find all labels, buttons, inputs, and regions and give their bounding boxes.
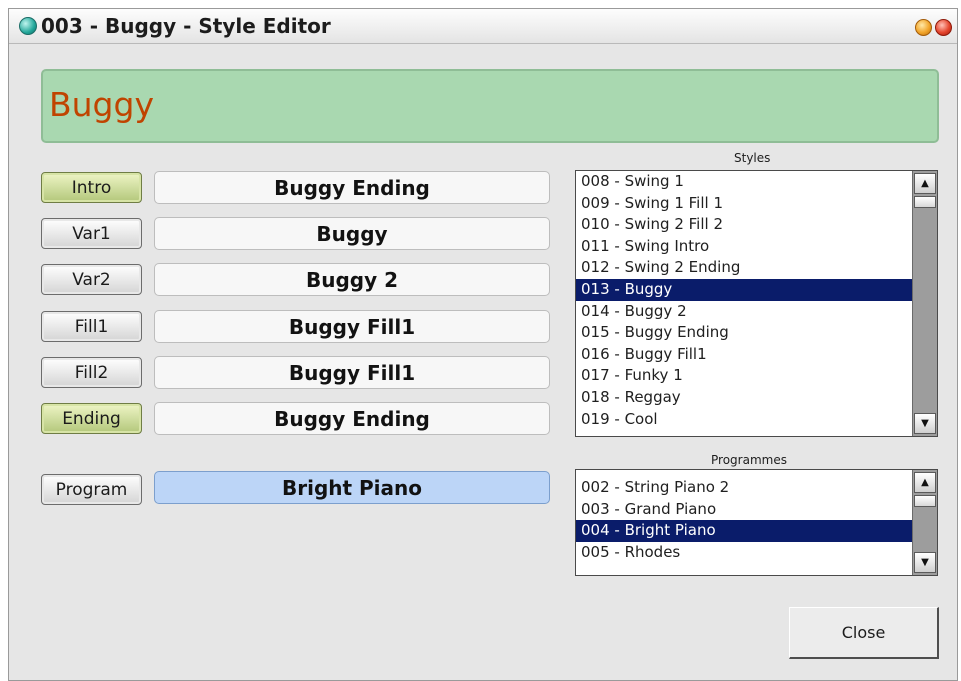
- scroll-thumb[interactable]: [914, 495, 936, 507]
- scroll-down-icon[interactable]: ▼: [914, 552, 936, 573]
- scroll-up-icon[interactable]: ▲: [914, 173, 936, 194]
- styles-caption: Styles: [734, 151, 771, 165]
- fill2-button[interactable]: Fill2: [41, 357, 142, 388]
- scroll-up-icon[interactable]: ▲: [914, 472, 936, 493]
- fill1-button[interactable]: Fill1: [41, 311, 142, 342]
- list-item[interactable]: 009 - Swing 1 Fill 1: [576, 193, 912, 215]
- close-button[interactable]: Close: [789, 607, 939, 659]
- list-item-selected[interactable]: 013 - Buggy: [576, 278, 912, 301]
- list-item[interactable]: 014 - Buggy 2: [576, 301, 912, 323]
- programmes-listbox[interactable]: 002 - String Piano 2 003 - Grand Piano 0…: [575, 469, 938, 576]
- minimize-icon[interactable]: [915, 19, 932, 36]
- fill1-style-field[interactable]: Buggy Fill1: [154, 310, 550, 343]
- app-bullet-icon: [19, 17, 37, 35]
- scroll-down-icon[interactable]: ▼: [914, 413, 936, 434]
- var1-style-field[interactable]: Buggy: [154, 217, 550, 250]
- var2-style-field[interactable]: Buggy 2: [154, 263, 550, 296]
- list-item[interactable]: 003 - Grand Piano: [576, 499, 912, 521]
- list-item[interactable]: 018 - Reggay: [576, 387, 912, 409]
- list-item[interactable]: 011 - Swing Intro: [576, 236, 912, 258]
- style-editor-window: 003 - Buggy - Style Editor Buggy Intro B…: [8, 8, 958, 681]
- list-item[interactable]: 012 - Swing 2 Ending: [576, 257, 912, 279]
- style-name-panel: Buggy: [41, 69, 939, 143]
- list-item[interactable]: 016 - Buggy Fill1: [576, 344, 912, 366]
- programmes-caption: Programmes: [711, 453, 787, 467]
- intro-style-field[interactable]: Buggy Ending: [154, 171, 550, 204]
- list-item[interactable]: 008 - Swing 1: [576, 171, 912, 193]
- fill2-style-field[interactable]: Buggy Fill1: [154, 356, 550, 389]
- styles-scrollbar[interactable]: ▲ ▼: [912, 171, 937, 436]
- list-item[interactable]: 017 - Funky 1: [576, 365, 912, 387]
- list-item[interactable]: 002 - String Piano 2: [576, 477, 912, 499]
- ending-style-field[interactable]: Buggy Ending: [154, 402, 550, 435]
- var1-button[interactable]: Var1: [41, 218, 142, 249]
- title-bar[interactable]: 003 - Buggy - Style Editor: [9, 9, 957, 44]
- styles-listbox[interactable]: 008 - Swing 1 009 - Swing 1 Fill 1 010 -…: [575, 170, 938, 437]
- list-item-selected[interactable]: 004 - Bright Piano: [576, 520, 912, 542]
- scroll-thumb[interactable]: [914, 196, 936, 208]
- window-title: 003 - Buggy - Style Editor: [41, 14, 331, 38]
- list-item[interactable]: 019 - Cool: [576, 409, 912, 431]
- ending-button[interactable]: Ending: [41, 403, 142, 434]
- programmes-list: 002 - String Piano 2 003 - Grand Piano 0…: [576, 477, 912, 563]
- styles-list: 008 - Swing 1 009 - Swing 1 Fill 1 010 -…: [576, 171, 912, 430]
- style-name: Buggy: [49, 85, 154, 124]
- list-item[interactable]: 010 - Swing 2 Fill 2: [576, 214, 912, 236]
- list-item[interactable]: 005 - Rhodes: [576, 542, 912, 564]
- close-icon[interactable]: [935, 19, 952, 36]
- program-field[interactable]: Bright Piano: [154, 471, 550, 504]
- var2-button[interactable]: Var2: [41, 264, 142, 295]
- intro-button[interactable]: Intro: [41, 172, 142, 203]
- program-button[interactable]: Program: [41, 474, 142, 505]
- list-item[interactable]: 015 - Buggy Ending: [576, 322, 912, 344]
- programmes-scrollbar[interactable]: ▲ ▼: [912, 470, 937, 575]
